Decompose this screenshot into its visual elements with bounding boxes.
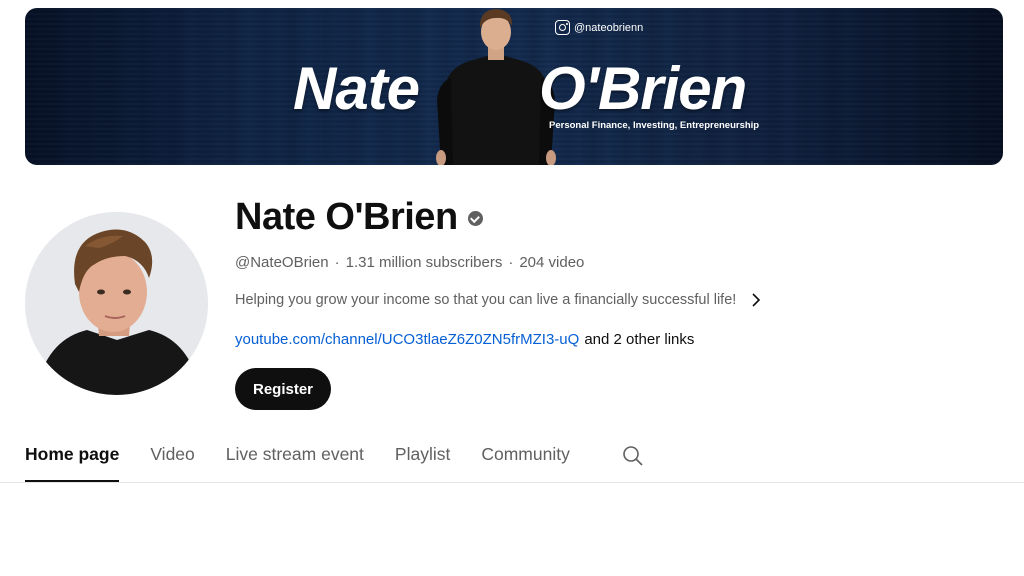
- channel-title-row: Nate O'Brien: [235, 196, 483, 239]
- tab-playlist[interactable]: Playlist: [395, 436, 450, 483]
- description-text: Helping you grow your income so that you…: [235, 292, 737, 308]
- tab-home-page[interactable]: Home page: [25, 436, 120, 483]
- tab-live-stream-event[interactable]: Live stream event: [226, 436, 364, 483]
- instagram-icon: [555, 20, 570, 35]
- channel-link[interactable]: youtube.com/channel/UCO3tlaeZ6Z0ZN5frMZI…: [235, 331, 579, 348]
- other-links[interactable]: and 2 other links: [584, 331, 694, 348]
- meta-separator: ·: [508, 254, 514, 271]
- banner-name-first: Nate: [293, 55, 420, 122]
- instagram-handle: @nateobrienn: [574, 21, 644, 34]
- channel-meta: @NateOBrien · 1.31 million subscribers ·…: [235, 254, 584, 271]
- banner-tagline: Personal Finance, Investing, Entrepreneu…: [549, 120, 760, 131]
- tabs-divider: [0, 482, 1024, 483]
- meta-separator: ·: [334, 254, 340, 271]
- banner-name-last: O'Brien: [539, 55, 747, 122]
- channel-links: youtube.com/channel/UCO3tlaeZ6Z0ZN5frMZI…: [235, 331, 694, 348]
- channel-handle: @NateOBrien: [235, 254, 329, 271]
- channel-avatar[interactable]: [25, 212, 208, 395]
- search-icon[interactable]: [621, 444, 645, 468]
- video-count: 204 video: [519, 254, 585, 271]
- channel-tabs: Home page Video Live stream event Playli…: [25, 436, 601, 483]
- channel-banner: Nate O'Brien @nateobrienn Personal Finan…: [25, 8, 1003, 165]
- channel-description[interactable]: Helping you grow your income so that you…: [235, 290, 762, 310]
- register-button[interactable]: Register: [235, 368, 331, 410]
- subscriber-count: 1.31 million subscribers: [345, 254, 503, 271]
- avatar-image: [25, 212, 208, 395]
- chevron-right-icon[interactable]: [750, 290, 762, 310]
- banner-instagram: @nateobrienn: [555, 20, 643, 35]
- tab-community[interactable]: Community: [481, 436, 570, 483]
- channel-name: Nate O'Brien: [235, 196, 458, 238]
- tab-video[interactable]: Video: [150, 436, 194, 483]
- verified-check-icon[interactable]: [467, 211, 483, 226]
